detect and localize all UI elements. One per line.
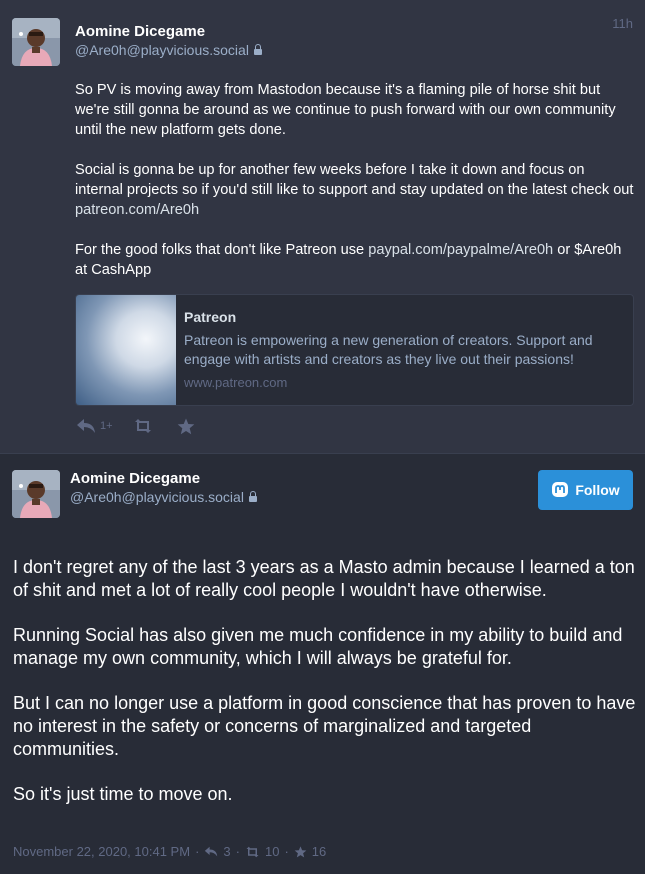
paragraph-text: Social is gonna be up for another few we… — [75, 162, 634, 198]
avatar[interactable] — [12, 470, 60, 518]
link-preview-card[interactable]: Patreon Patreon is empowering a new gene… — [75, 294, 634, 406]
favourites-count[interactable]: 16 — [312, 844, 326, 859]
paragraph-text: For the good folks that don't like Patre… — [75, 242, 369, 258]
paragraph: I don't regret any of the last 3 years a… — [13, 557, 635, 600]
favourite-button[interactable] — [177, 418, 195, 435]
status-meta: November 22, 2020, 10:41 PM · 3 · 10 · 1… — [13, 844, 326, 859]
star-icon — [177, 418, 194, 434]
timestamp[interactable]: November 22, 2020, 10:41 PM — [13, 844, 190, 859]
boosts-count[interactable]: 10 — [265, 844, 279, 859]
account-handle[interactable]: @Are0h@playvicious.social — [75, 42, 262, 58]
paragraph: For the good folks that don't like Patre… — [75, 240, 635, 280]
paragraph: So it's just time to move on. — [13, 784, 233, 804]
avatar[interactable] — [12, 18, 60, 66]
action-bar: 1+ — [76, 414, 195, 438]
reply-icon — [205, 846, 218, 857]
separator: · — [284, 844, 289, 859]
paragraph: Social is gonna be up for another few we… — [75, 160, 635, 220]
status-content: I don't regret any of the last 3 years a… — [13, 556, 638, 828]
lock-icon — [253, 44, 262, 55]
account-text: @Are0h@playvicious.social — [70, 489, 244, 505]
relative-time[interactable]: 11h — [612, 16, 633, 31]
follow-label: Follow — [575, 482, 620, 498]
account-handle[interactable]: @Are0h@playvicious.social — [70, 489, 257, 505]
reply-icon — [77, 419, 95, 433]
reply-button[interactable]: 1+ — [76, 418, 113, 434]
mastodon-icon — [552, 482, 569, 497]
status-content: So PV is moving away from Mastodon becau… — [75, 80, 635, 300]
paragraph: Running Social has also given me much co… — [13, 625, 623, 668]
status-detail: Aomine Dicegame @Are0h@playvicious.socia… — [0, 454, 645, 874]
account-text: @Are0h@playvicious.social — [75, 42, 249, 58]
card-description: Patreon is empowering a new generation o… — [184, 332, 593, 367]
card-title: Patreon — [184, 309, 237, 325]
status-reply[interactable]: Aomine Dicegame @Are0h@playvicious.socia… — [0, 0, 645, 454]
paragraph: But I can no longer use a platform in go… — [13, 693, 636, 759]
star-icon — [294, 845, 307, 857]
lock-icon — [248, 491, 257, 502]
boost-button[interactable] — [133, 418, 153, 434]
display-name[interactable]: Aomine Dicegame — [70, 470, 200, 487]
card-host: www.patreon.com — [184, 375, 288, 390]
patreon-link[interactable]: patreon.com/Are0h — [75, 202, 199, 218]
separator: · — [235, 844, 240, 859]
paypal-link[interactable]: paypal.com/paypalme/Are0h — [368, 242, 553, 258]
boost-icon — [246, 846, 259, 857]
reply-count: 1+ — [100, 420, 113, 432]
card-image — [76, 295, 176, 405]
display-name[interactable]: Aomine Dicegame — [75, 23, 205, 40]
follow-button[interactable]: Follow — [538, 470, 633, 510]
paragraph: So PV is moving away from Mastodon becau… — [75, 82, 616, 138]
replies-count: 3 — [223, 844, 231, 859]
boost-icon — [134, 419, 151, 433]
separator: · — [195, 844, 200, 859]
